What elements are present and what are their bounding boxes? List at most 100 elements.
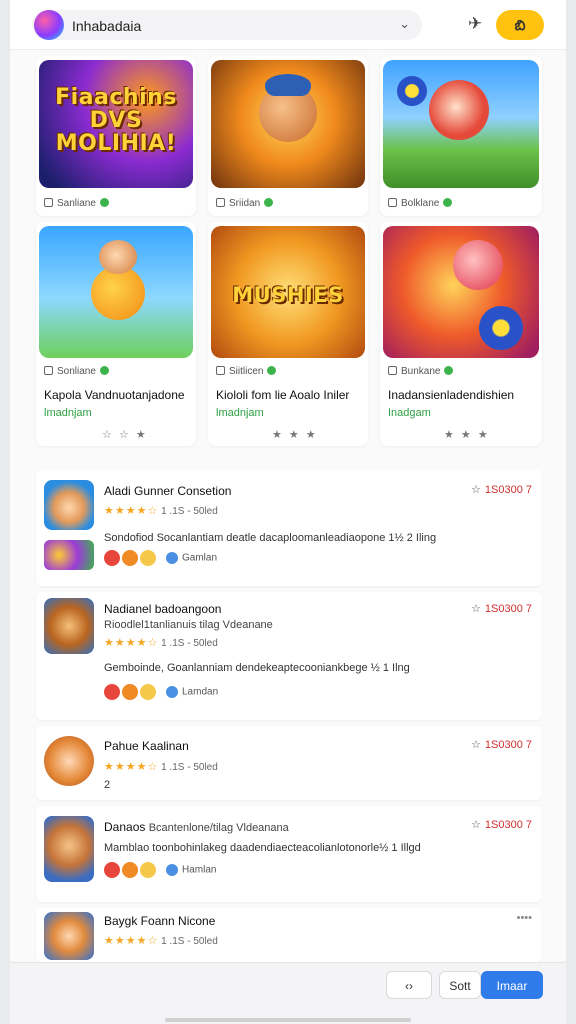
category-icon bbox=[44, 366, 53, 375]
badge-icon bbox=[122, 684, 138, 700]
search-field[interactable]: Inhabadaia ⌄ bbox=[32, 10, 422, 40]
item-description: Gemboinde, Goanlanniam dendekeaptecoonia… bbox=[104, 662, 410, 674]
verified-icon bbox=[444, 366, 454, 375]
more-options-icon[interactable]: •••• bbox=[517, 912, 532, 924]
verified-icon bbox=[99, 366, 109, 375]
badge-row: Hamlan bbox=[104, 862, 216, 878]
mascot-head bbox=[99, 240, 137, 274]
category-tag: Sriidan bbox=[216, 198, 274, 209]
game-title: Kapola Vandnuotanjadone bbox=[44, 388, 185, 402]
item-title-text: Danaos bbox=[104, 820, 146, 834]
developer-icon bbox=[166, 686, 178, 698]
price-value: 1S0300 7 bbox=[484, 484, 532, 496]
price-value: 1S0300 7 bbox=[484, 739, 532, 751]
developer-name: Gamlan bbox=[182, 552, 218, 564]
wishlist-star-icon[interactable]: ☆ bbox=[471, 819, 481, 831]
rating-count: 1 .1S - 50led bbox=[161, 638, 218, 649]
game-icon bbox=[44, 480, 94, 530]
game-thumbnail[interactable] bbox=[211, 60, 365, 188]
chevron-down-icon[interactable]: ⌄ bbox=[399, 16, 410, 32]
app-logo-icon bbox=[34, 10, 64, 40]
rating-stars: ★ ★ ★ bbox=[444, 429, 490, 441]
rating-stars: ★★★★☆ bbox=[104, 505, 159, 517]
category-tag: Sanliane bbox=[44, 198, 109, 209]
wishlist-star-icon[interactable]: ☆ bbox=[471, 603, 481, 615]
verified-icon bbox=[267, 366, 277, 375]
developer-name: Hamlan bbox=[182, 864, 217, 876]
game-thumbnail[interactable]: Fiaachins DVS MOLIHIA! bbox=[39, 60, 193, 188]
price-label[interactable]: ☆ 1S0300 7 bbox=[471, 483, 532, 496]
price-label[interactable]: ☆ 1S0300 7 bbox=[471, 602, 532, 615]
game-icon bbox=[44, 816, 94, 882]
category-tag: Bunkane bbox=[388, 366, 454, 377]
ball-icon bbox=[479, 306, 523, 350]
game-icon bbox=[44, 736, 94, 786]
list-item[interactable]: Nadianel badoangoon ☆ 1S0300 7 Rioodlel1t… bbox=[36, 592, 542, 720]
game-subtitle: lmadnjam bbox=[216, 407, 264, 419]
rating-count: 1 .1S - 50led bbox=[161, 506, 218, 517]
list-item[interactable]: Baygk Foann Nicone •••• ★★★★☆ 1 .1S - 50… bbox=[36, 908, 542, 962]
search-input-value: Inhabadaia bbox=[72, 18, 142, 34]
badge-icon bbox=[122, 862, 138, 878]
rating-count: 1 .1S - 50led bbox=[161, 936, 218, 947]
top-bar: Inhabadaia ⌄ ✈ బి bbox=[10, 0, 566, 50]
home-indicator bbox=[165, 1018, 411, 1022]
ball-icon bbox=[397, 76, 427, 106]
wishlist-star-icon[interactable]: ☆ bbox=[471, 739, 481, 751]
price-label[interactable]: ☆ 1S0300 7 bbox=[471, 738, 532, 751]
rating-row: ★★★★☆ 1 .1S - 50led bbox=[104, 760, 218, 773]
game-card[interactable]: Fiaachins DVS MOLIHIA! Sanliane bbox=[36, 56, 196, 216]
category-icon bbox=[44, 198, 53, 207]
item-title: Pahue Kaalinan bbox=[104, 739, 189, 753]
game-card[interactable]: MUSHIES Siitlicen Kiololi fom lie Aoalo … bbox=[208, 222, 368, 446]
game-title: Kiololi fom lie Aoalo Iniler bbox=[216, 388, 350, 402]
verified-icon bbox=[99, 198, 109, 207]
rating-stars: ★★★★☆ bbox=[104, 761, 159, 773]
profile-button[interactable]: బి bbox=[496, 10, 544, 40]
game-subtitle: lmadnjam bbox=[44, 407, 92, 419]
rating-stars: ★ ★ ★ bbox=[272, 429, 318, 441]
price-label[interactable]: ☆ 1S0300 7 bbox=[471, 818, 532, 831]
game-card[interactable]: Bolklane bbox=[380, 56, 542, 216]
category-icon bbox=[216, 366, 225, 375]
category-label: Bolklane bbox=[401, 198, 440, 209]
rating-row: ★★★★☆ 1 .1S - 50led bbox=[104, 504, 218, 517]
game-thumbnail[interactable] bbox=[383, 226, 539, 358]
game-card[interactable]: Bunkane Inadansienladendishien Inadgam ★… bbox=[380, 222, 542, 446]
category-icon bbox=[388, 366, 397, 375]
list-item[interactable]: Pahue Kaalinan ☆ 1S0300 7 ★★★★☆ 1 .1S - 5… bbox=[36, 726, 542, 800]
category-tag: Bolklane bbox=[388, 198, 453, 209]
badge-icon bbox=[122, 550, 138, 566]
thumbnail-title-text: MUSHIES bbox=[232, 283, 344, 307]
item-subtitle: Bcantenlone/tilag Vldeanana bbox=[148, 822, 289, 834]
game-subtitle: Inadgam bbox=[388, 407, 431, 419]
price-value: 1S0300 7 bbox=[484, 603, 532, 615]
share-icon[interactable]: ✈ bbox=[468, 14, 482, 34]
list-item[interactable]: Danaos Bcantenlone/tilag Vldeanana ☆ 1S03… bbox=[36, 806, 542, 902]
install-button[interactable]: Imaar bbox=[481, 971, 543, 999]
badge-row: Gamlan bbox=[104, 550, 217, 566]
game-thumbnail[interactable]: MUSHIES bbox=[211, 226, 365, 358]
rating-count: 1 .1S - 50led bbox=[161, 762, 218, 773]
game-thumbnail[interactable] bbox=[39, 226, 193, 358]
game-thumbnail[interactable] bbox=[383, 60, 539, 188]
category-icon bbox=[388, 198, 397, 207]
game-card[interactable]: Sriidan bbox=[208, 56, 368, 216]
item-description: Sondofiod Socanlantiam deatle dacaplooma… bbox=[104, 532, 437, 544]
category-label: Sonliane bbox=[57, 366, 96, 377]
verified-icon bbox=[264, 198, 274, 207]
badge-icon bbox=[140, 862, 156, 878]
rating-row: ★★★★☆ 1 .1S - 50led bbox=[104, 636, 218, 649]
rating-stars: ★★★★☆ bbox=[104, 935, 159, 947]
wishlist-star-icon[interactable]: ☆ bbox=[471, 484, 481, 496]
developer-name: Lamdan bbox=[182, 686, 219, 698]
screenshot-thumbnail bbox=[44, 540, 94, 570]
back-forward-button[interactable]: ‹› bbox=[386, 971, 432, 999]
badge-icon bbox=[104, 550, 120, 566]
app-frame: Inhabadaia ⌄ ✈ బి Fiaachins DVS MOLIHIA!… bbox=[10, 0, 566, 1024]
game-card[interactable]: Sonliane Kapola Vandnuotanjadone lmadnja… bbox=[36, 222, 196, 446]
sort-button[interactable]: Sott bbox=[439, 971, 481, 999]
mascot-figure bbox=[91, 266, 145, 320]
list-item[interactable]: Aladi Gunner Consetion ☆ 1S0300 7 ★★★★☆ 1… bbox=[36, 470, 542, 586]
bottom-bar: ‹› Sott Imaar bbox=[10, 962, 566, 1024]
